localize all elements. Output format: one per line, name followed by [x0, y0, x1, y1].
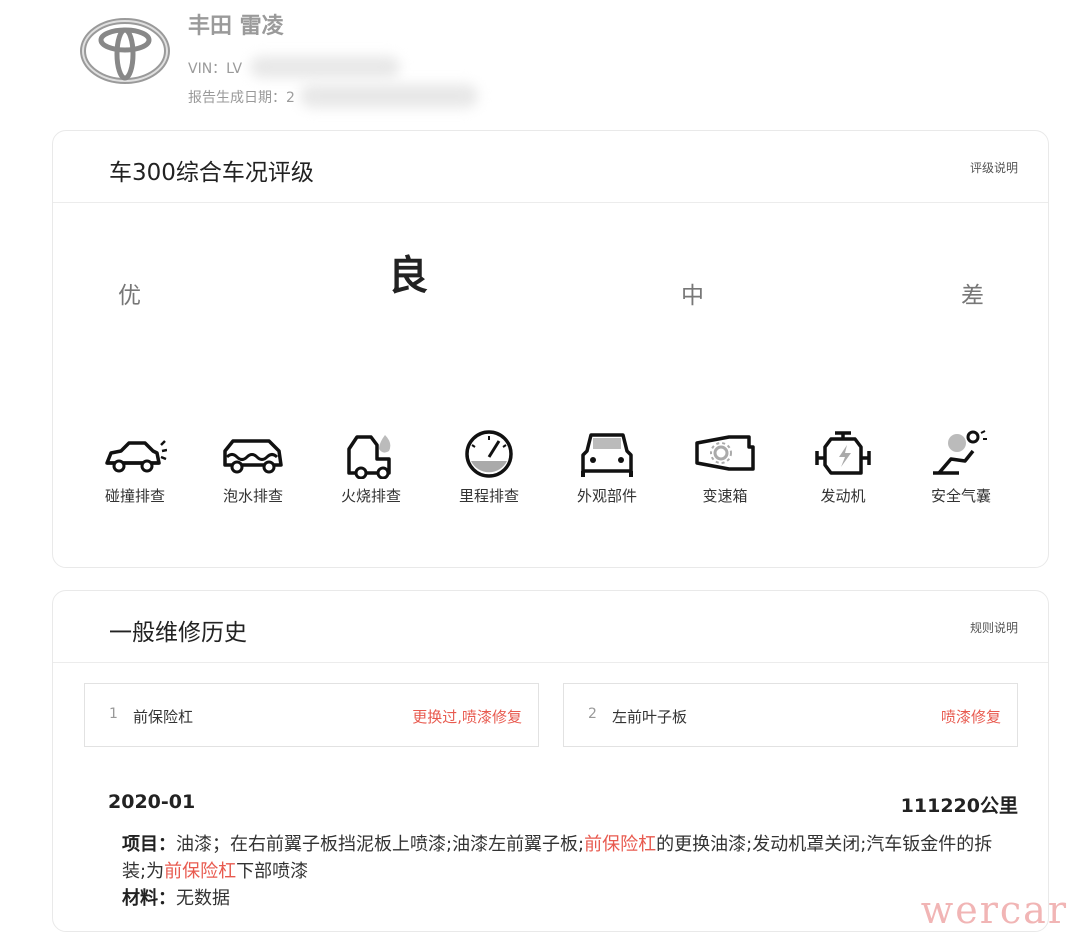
check-exterior[interactable]: 外观部件: [557, 429, 657, 506]
odometer-icon: [465, 430, 513, 478]
check-collision[interactable]: 碰撞排查: [85, 429, 185, 506]
collision-car-icon: [105, 440, 167, 473]
check-label: 安全气囊: [930, 487, 991, 505]
airbag-icon: [933, 430, 987, 475]
check-label: 外观部件: [576, 487, 637, 505]
part-index: 1: [109, 706, 118, 722]
report-date-label: 报告生成日期：2: [188, 90, 295, 106]
rating-card-title: 车300综合车况评级: [109, 160, 314, 186]
check-label: 里程排查: [458, 487, 519, 505]
repair-history-card: 一般维修历史 规则说明 1 前保险杠 更换过,喷漆修复 2 左前叶子板 喷漆修复…: [52, 590, 1049, 932]
rating-explain-link[interactable]: 评级说明: [970, 159, 1018, 176]
vehicle-header: 丰田 雷凌 VIN：LV 报告生成日期：2: [0, 0, 1080, 120]
record-date: 2020-01: [108, 791, 196, 813]
check-gearbox[interactable]: 变速箱: [675, 429, 775, 506]
toyota-logo-icon: [80, 18, 170, 84]
material-label: 材料：: [122, 888, 176, 909]
project-text: 下部喷漆: [236, 861, 309, 882]
grade-medium: 中: [681, 283, 704, 309]
check-flood[interactable]: 泡水排查: [203, 429, 303, 506]
repair-part-item[interactable]: 2 左前叶子板 喷漆修复: [563, 683, 1018, 747]
check-airbag[interactable]: 安全气囊: [911, 429, 1011, 506]
check-label: 发动机: [820, 487, 866, 505]
vin-label: VIN：LV: [188, 61, 243, 77]
part-status: 喷漆修复: [940, 708, 1001, 726]
check-label: 火烧排查: [340, 487, 401, 505]
grade-poor: 差: [961, 283, 984, 309]
check-engine[interactable]: 发动机: [793, 429, 893, 506]
vin-redaction: [250, 56, 400, 78]
grade-excellent: 优: [118, 283, 141, 309]
watermark: wercar: [920, 888, 1068, 932]
car-front-icon: [581, 433, 633, 477]
record-project: 项目：油漆；在右前翼子板挡泥板上喷漆;油漆左前翼子板;前保险杠的更换油漆;发动机…: [122, 831, 1002, 885]
part-status: 更换过,喷漆修复: [412, 708, 522, 726]
project-highlight: 前保险杠: [584, 834, 657, 855]
repair-card-title: 一般维修历史: [109, 620, 247, 646]
repair-part-item[interactable]: 1 前保险杠 更换过,喷漆修复: [84, 683, 539, 747]
record-details: 项目：油漆；在右前翼子板挡泥板上喷漆;油漆左前翼子板;前保险杠的更换油漆;发动机…: [122, 831, 1002, 912]
record-material: 材料：无数据: [122, 885, 1002, 912]
material-text: 无数据: [176, 888, 230, 909]
part-name: 左前叶子板: [612, 708, 688, 726]
gearbox-icon: [695, 435, 755, 471]
flood-car-icon: [223, 439, 283, 474]
engine-icon: [815, 431, 871, 475]
vehicle-title: 丰田 雷凌: [188, 14, 284, 39]
check-label: 碰撞排查: [104, 487, 165, 505]
record-mileage: 111220公里: [900, 795, 1018, 817]
rules-explain-link[interactable]: 规则说明: [970, 619, 1018, 636]
rating-card-header: 车300综合车况评级 评级说明: [53, 131, 1048, 203]
date-redaction: [300, 84, 478, 108]
fire-car-icon: [347, 435, 391, 479]
rating-card: 车300综合车况评级 评级说明 优 良 中 差 碰撞排查 泡水排查 火烧排查 里…: [52, 130, 1049, 568]
check-fire[interactable]: 火烧排查: [321, 429, 421, 506]
repair-card-header: 一般维修历史 规则说明: [53, 591, 1048, 663]
check-label: 变速箱: [702, 487, 748, 505]
check-label: 泡水排查: [222, 487, 283, 505]
project-highlight: 前保险杠: [164, 861, 237, 882]
project-text: 油漆；在右前翼子板挡泥板上喷漆;油漆左前翼子板;: [176, 834, 585, 855]
part-index: 2: [588, 706, 597, 722]
project-label: 项目：: [122, 834, 176, 855]
grade-good-active: 良: [388, 253, 428, 299]
part-name: 前保险杠: [133, 708, 194, 726]
check-mileage[interactable]: 里程排查: [439, 429, 539, 506]
